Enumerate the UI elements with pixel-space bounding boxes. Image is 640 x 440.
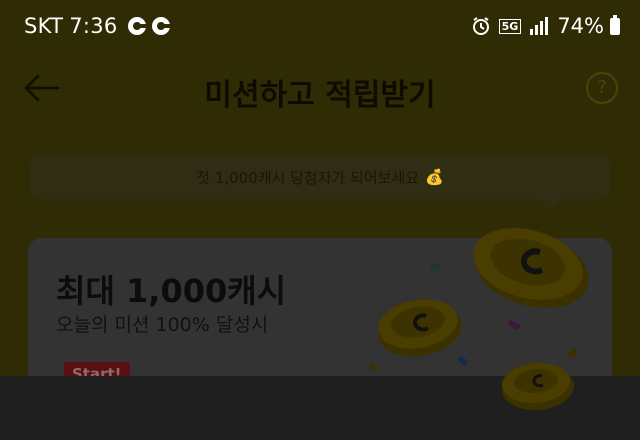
battery-icon [610,14,620,35]
app-notification-icon [127,17,147,35]
bottom-overlay [0,376,640,440]
signal-icon [529,17,549,35]
promo-banner: 첫 1,000캐시 당첨자가 되어보세요 💰 [30,155,610,199]
carrier-label: SKT [24,14,64,38]
page-title: 미션하고 적립받기 [204,78,436,113]
network-type-icon: 5G [498,18,522,34]
help-button[interactable]: ? [586,72,618,104]
card-subtitle: 오늘의 미션 100% 달성시 [56,314,269,336]
battery-percent: 74% [557,14,604,38]
status-bar-left: SKT 7:36 [24,14,176,38]
banner-tail [540,199,560,209]
money-bag-icon: 💰 [425,168,444,186]
clock: 7:36 [69,14,118,38]
banner-text: 첫 1,000캐시 당첨자가 되어보세요 [196,168,420,187]
header: 미션하고 적립받기 ? [0,56,640,126]
app-notification-icon [151,17,171,35]
status-bar-right: 5G 74% [471,14,620,38]
status-bar: SKT 7:36 5G 74% [0,0,640,56]
card-title: 최대 1,000캐시 [56,272,287,310]
app-screen: SKT 7:36 5G 74% 미션하고 적립받기 ? 첫 1,000캐시 당첨… [0,0,640,440]
alarm-icon [471,16,491,36]
